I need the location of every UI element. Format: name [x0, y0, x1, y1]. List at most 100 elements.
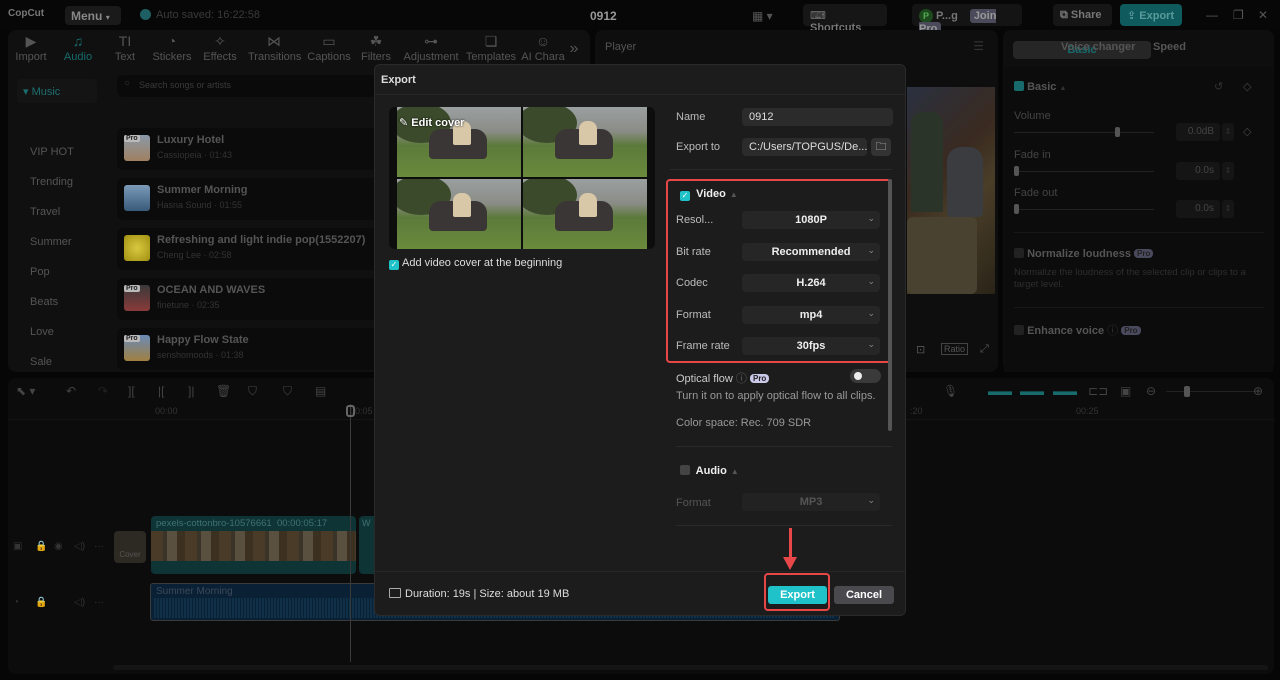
playhead[interactable] — [350, 404, 351, 662]
fade-in-stepper[interactable]: ⇕ — [1222, 162, 1234, 180]
preview-icon[interactable]: ▣ — [1120, 384, 1131, 398]
volume-stepper[interactable]: ⇕ — [1222, 123, 1234, 141]
song-item[interactable]: Pro Happy Flow State senshomoods · 01:38 — [117, 328, 382, 370]
tool-effects[interactable]: ✧ Effects — [197, 33, 243, 63]
volume-slider-knob[interactable] — [1115, 127, 1121, 137]
export-top-button[interactable]: ⇪ Export — [1120, 4, 1182, 26]
settings-scrollbar[interactable] — [888, 179, 892, 431]
user-pill[interactable]: P P...g Join Pro — [912, 4, 1022, 36]
cover-preview[interactable]: ✎ Edit cover — [389, 107, 655, 249]
volume-value[interactable]: 0.0dB — [1176, 123, 1220, 141]
mute-icon[interactable]: ◁) — [74, 541, 85, 552]
fade-in-slider[interactable] — [1014, 166, 1154, 176]
split-left-icon[interactable]: |[ — [158, 384, 164, 398]
tool-audio[interactable]: ♫ Audio — [55, 33, 101, 63]
codec-select[interactable]: H.264 ⌄ — [742, 274, 880, 292]
zoom-fit-icon[interactable]: ⊡ — [916, 343, 925, 356]
normalize-checkbox[interactable] — [1014, 248, 1024, 258]
category-item[interactable]: Pop — [30, 266, 50, 278]
fade-in-value[interactable]: 0.0s — [1176, 162, 1220, 180]
category-music[interactable]: ▾ Music — [17, 79, 97, 103]
song-item[interactable]: Refreshing and light indie pop(1552207) C… — [117, 228, 382, 270]
undo-icon[interactable]: ↶ — [66, 384, 76, 398]
video-section-header[interactable]: ✓ Video ▲ — [680, 188, 738, 201]
select-tool-icon[interactable]: ⬉ ▾ — [16, 384, 35, 398]
song-item[interactable]: Pro Luxury Hotel Cassiopeia · 01:43 — [117, 128, 382, 170]
add-cover-checkbox[interactable]: ✓ Add video cover at the beginning — [389, 257, 562, 270]
category-item[interactable]: Beats — [30, 296, 58, 308]
shield-icon[interactable]: ⛉ — [283, 384, 292, 399]
more-icon[interactable]: ··· — [94, 541, 104, 552]
zoom-in-icon[interactable]: ⊕ — [1253, 384, 1263, 398]
edit-cover-button[interactable]: ✎ Edit cover — [399, 116, 464, 129]
tool-stickers[interactable]: ◔ Stickers — [149, 33, 195, 63]
split-right-icon[interactable]: ]| — [188, 384, 194, 398]
split-view-icon[interactable]: ⊏⊐ — [1088, 384, 1108, 398]
timeline-scrollbar[interactable] — [113, 665, 1268, 670]
folder-icon[interactable]: 🗀 — [871, 138, 891, 156]
tool-import[interactable]: ▶ Import — [8, 33, 54, 63]
close-icon[interactable]: ✕ — [1258, 8, 1268, 22]
timeline-zoom-slider[interactable] — [1166, 386, 1256, 397]
more-tools-icon[interactable]: » — [564, 40, 584, 58]
audio-section-header[interactable]: Audio ▲ — [680, 465, 739, 477]
category-item[interactable]: Travel — [30, 206, 60, 218]
category-item[interactable]: Summer — [30, 236, 72, 248]
tool-captions[interactable]: ▭ Captions — [304, 33, 354, 63]
fade-out-slider[interactable] — [1014, 204, 1154, 214]
help-icon[interactable]: ⓘ — [1107, 325, 1118, 337]
reset-icon[interactable]: ↺ — [1214, 80, 1223, 93]
ratio-button[interactable]: Ratio — [941, 343, 969, 355]
enhance-voice-toggle[interactable]: Enhance voice ⓘ Pro — [1014, 322, 1141, 338]
optical-flow-toggle[interactable] — [850, 369, 881, 383]
caption-edit-icon[interactable]: ▤ — [315, 384, 326, 398]
share-button[interactable]: ⧉ Share — [1053, 4, 1112, 26]
resolution-select[interactable]: 1080P ⌄ — [742, 211, 880, 229]
zoom-out-icon[interactable]: ⊖ — [1146, 384, 1156, 398]
tool-text[interactable]: TI Text — [102, 33, 148, 63]
audio-format-select[interactable]: MP3 ⌄ — [742, 493, 880, 511]
tab-speed[interactable]: Speed — [1153, 41, 1186, 53]
bitrate-select[interactable]: Recommended ⌄ — [742, 243, 880, 261]
cancel-button[interactable]: Cancel — [834, 586, 894, 604]
export-path-input[interactable]: C:/Users/TOPGUS/De... — [742, 138, 867, 156]
frame-rate-select[interactable]: 30fps ⌄ — [742, 337, 880, 355]
video-checkbox[interactable]: ✓ — [680, 191, 690, 201]
video-clip-2[interactable]: W — [359, 516, 375, 574]
keyframe-icon[interactable]: ◇ — [1243, 80, 1251, 93]
link-clips-icon[interactable]: ▬▬ — [988, 384, 1012, 398]
delete-icon[interactable]: 🗑 — [216, 384, 231, 398]
lock-icon[interactable]: 🔒 — [35, 597, 47, 608]
category-item[interactable]: VIP HOT — [30, 146, 74, 158]
menu-button[interactable]: Menu ▾ — [65, 6, 121, 25]
fade-out-slider-knob[interactable] — [1014, 204, 1019, 214]
volume-slider[interactable] — [1014, 127, 1154, 137]
split-icon[interactable]: ][ — [128, 384, 135, 398]
basic-checkbox[interactable] — [1014, 81, 1024, 91]
tool-ai-character[interactable]: ☺ AI Chara — [520, 33, 566, 63]
category-item[interactable]: Love — [30, 326, 54, 338]
song-item[interactable]: Summer Morning Hasna Sound · 01:55 — [117, 178, 382, 220]
category-item[interactable]: Trending — [30, 176, 73, 188]
layout-icon[interactable]: ▦ ▾ — [752, 9, 773, 23]
lock-icon[interactable]: 🔒 — [35, 541, 47, 552]
tab-voice-changer[interactable]: Voice changer — [1061, 41, 1135, 53]
tool-adjustment[interactable]: ⊶ Adjustment — [401, 33, 461, 63]
restore-icon[interactable]: ❐ — [1233, 8, 1244, 22]
help-icon[interactable]: ⓘ — [736, 373, 747, 385]
tool-templates[interactable]: ❏ Templates — [465, 33, 517, 63]
tool-filters[interactable]: ☘ Filters — [353, 33, 399, 63]
microphone-icon[interactable]: 🎙 — [943, 384, 958, 398]
hamburger-menu-icon[interactable]: ☰ — [973, 39, 984, 53]
basic-section-header[interactable]: Basic ▲ — [1014, 81, 1066, 93]
tool-transitions[interactable]: ⋈ Transitions — [248, 33, 301, 63]
video-clip[interactable]: pexels-cottonbro-10576661 00:00:05:17 — [151, 516, 356, 574]
fullscreen-icon[interactable]: ⤢ — [980, 343, 989, 356]
linkage-icon[interactable]: ▬▬ — [1053, 384, 1077, 398]
song-item[interactable]: Pro OCEAN AND WAVES finetune · 02:35 — [117, 278, 382, 320]
marker-add-icon[interactable]: ⛉ — [248, 384, 257, 399]
redo-icon[interactable]: ↷ — [98, 384, 108, 398]
name-input[interactable]: 0912 — [742, 108, 893, 126]
more-icon[interactable]: ··· — [94, 597, 104, 608]
search-input[interactable]: ○ Search songs or artists — [117, 75, 382, 97]
